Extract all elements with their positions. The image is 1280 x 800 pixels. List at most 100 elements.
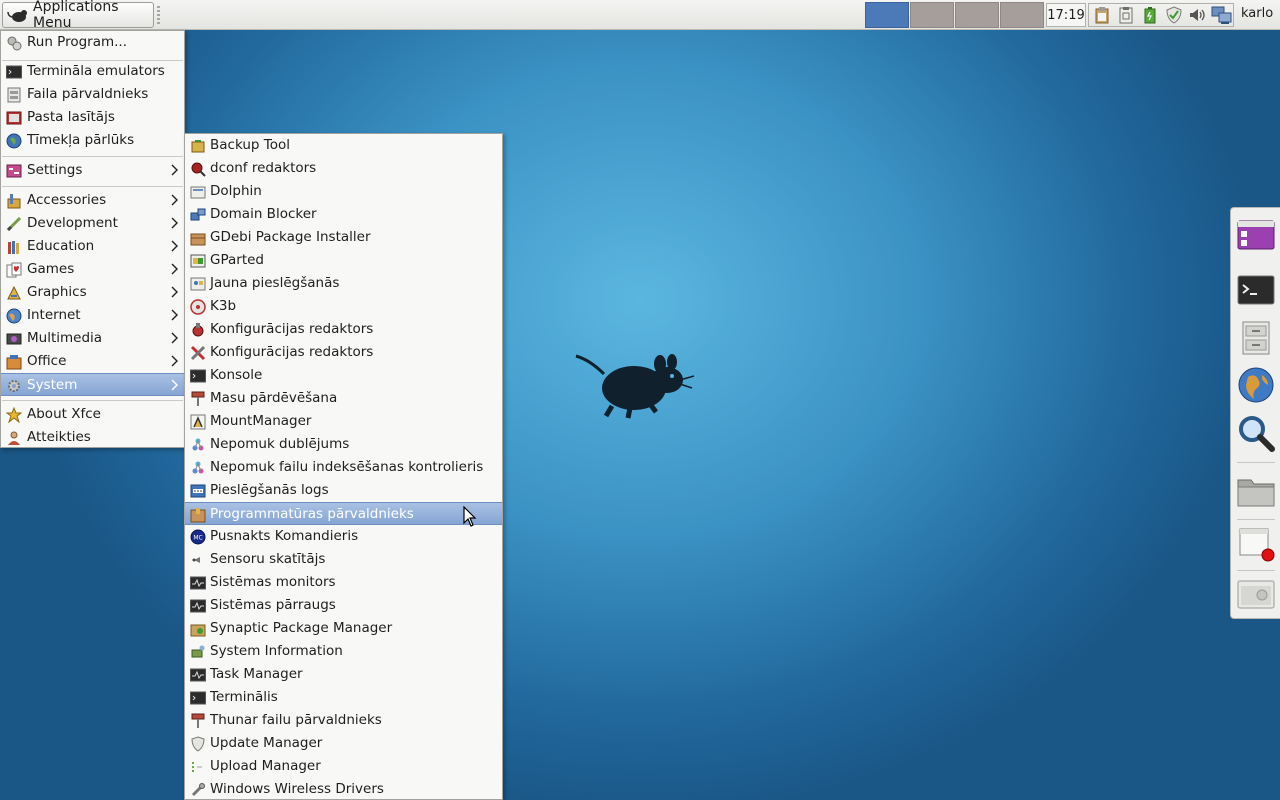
applications-menu-button[interactable]: Applications Menu (2, 0, 154, 31)
system-submenu: Backup Tool dconf redaktors Dolphin Doma… (184, 133, 503, 800)
menu-item-about-xfce[interactable]: About Xfce (1, 403, 184, 426)
chevron-right-icon (171, 379, 178, 391)
menu-item-office[interactable]: Office (1, 350, 184, 373)
clipboard-icon[interactable] (1091, 5, 1113, 25)
battery-icon[interactable] (1139, 5, 1161, 25)
dock-screenshot[interactable] (1236, 574, 1276, 614)
terminal-icon (190, 691, 206, 705)
right-dock (1230, 207, 1280, 619)
dock-folder[interactable] (1236, 471, 1276, 511)
network-icon[interactable] (1211, 5, 1233, 25)
submenu-item-dconf-editor[interactable]: dconf redaktors (185, 157, 502, 180)
mail-reader-icon (6, 111, 22, 125)
chevron-right-icon (171, 240, 178, 252)
submenu-item-synaptic[interactable]: Synaptic Package Manager (185, 617, 502, 640)
submenu-item-backup-tool[interactable]: Backup Tool (185, 134, 502, 157)
submenu-item-system-watcher[interactable]: Sistēmas pārraugs (185, 594, 502, 617)
chevron-right-icon (171, 217, 178, 229)
menu-item-system[interactable]: System (1, 373, 184, 396)
submenu-item-update-manager[interactable]: Update Manager (185, 732, 502, 755)
office-icon (6, 355, 22, 370)
submenu-item-bulk-rename[interactable]: Masu pārdēvēšana (185, 387, 502, 410)
menu-item-education[interactable]: Education (1, 235, 184, 258)
submenu-item-system-monitor[interactable]: Sistēmas monitors (185, 571, 502, 594)
dconf-editor-icon (191, 162, 206, 177)
clock[interactable]: 17:19 (1046, 3, 1086, 27)
applications-menu-label: Applications Menu (33, 0, 119, 31)
workspace-4[interactable] (1000, 2, 1044, 28)
submenu-item-midnight-commander[interactable]: MC Pusnakts Komandieris (185, 525, 502, 548)
menu-item-development[interactable]: Development (1, 212, 184, 235)
submenu-item-konsole[interactable]: Konsole (185, 364, 502, 387)
menu-item-settings[interactable]: Settings (1, 159, 184, 182)
submenu-item-terminal[interactable]: Terminālis (185, 686, 502, 709)
dock-file-cabinet[interactable] (1236, 318, 1276, 358)
dock-screen-recorder[interactable] (1236, 524, 1276, 564)
workspace-3[interactable] (955, 2, 999, 28)
dock-terminal[interactable] (1236, 270, 1276, 310)
menu-item-web-browser[interactable]: Tīmekļa pārlūks (1, 129, 184, 152)
submenu-item-config-editor-1[interactable]: Konfigurācijas redaktors (185, 318, 502, 341)
submenu-item-config-editor-2[interactable]: Konfigurācijas redaktors (185, 341, 502, 364)
system-tray (1088, 3, 1234, 27)
menu-item-multimedia[interactable]: Multimedia (1, 327, 184, 350)
submenu-item-login-window[interactable]: Pieslēgšanās logs (185, 479, 502, 502)
submenu-item-system-information[interactable]: System Information (185, 640, 502, 663)
submenu-item-task-manager[interactable]: Task Manager (185, 663, 502, 686)
chevron-right-icon (171, 309, 178, 321)
submenu-item-nepomuk-indexer[interactable]: Nepomuk failu indeksēšanas kontrolieris (185, 456, 502, 479)
submenu-item-nepomuk-backup[interactable]: Nepomuk dublējums (185, 433, 502, 456)
workspace-2[interactable] (910, 2, 954, 28)
terminal-icon (6, 65, 22, 79)
submenu-item-sensor-viewer[interactable]: Sensoru skatītājs (185, 548, 502, 571)
graphics-icon (7, 285, 21, 300)
new-login-icon (190, 277, 206, 291)
backup-tool-icon (191, 140, 205, 153)
menu-item-terminal-emulator[interactable]: Termināla emulators (1, 60, 184, 83)
dock-web-browser[interactable] (1236, 365, 1276, 405)
menu-item-run-program[interactable]: Run Program... (1, 31, 184, 54)
submenu-item-thunar[interactable]: Thunar failu pārvaldnieks (185, 709, 502, 732)
menu-item-internet[interactable]: Internet (1, 304, 184, 327)
submenu-item-windows-wireless-drivers[interactable]: Windows Wireless Drivers (185, 778, 502, 800)
workspace-1[interactable] (865, 2, 909, 28)
menu-item-accessories[interactable]: Accessories (1, 189, 184, 212)
menu-item-graphics[interactable]: Graphics (1, 281, 184, 304)
submenu-item-mount-manager[interactable]: MountManager (185, 410, 502, 433)
xfce-mouse-logo (575, 354, 695, 419)
menu-item-file-manager[interactable]: Faila pārvaldnieks (1, 83, 184, 106)
submenu-item-k3b[interactable]: K3b (185, 295, 502, 318)
user-name[interactable]: karlo (1241, 6, 1273, 21)
submenu-item-domain-blocker[interactable]: Domain Blocker (185, 203, 502, 226)
submenu-item-software-manager[interactable]: Programmatūras pārvaldnieks (185, 502, 502, 525)
sensor-icon (192, 557, 200, 563)
search-icon (1239, 416, 1275, 452)
mouse-cursor-icon (463, 506, 477, 527)
k3b-disc-icon (190, 299, 206, 315)
wireless-drivers-icon (191, 783, 205, 797)
menu-item-games[interactable]: Games (1, 258, 184, 281)
menu-item-mail-reader[interactable]: Pasta lasītājs (1, 106, 184, 129)
dock-search[interactable] (1236, 413, 1276, 453)
menu-item-log-out[interactable]: Atteikties (1, 426, 184, 449)
submenu-item-new-login[interactable]: Jauna pieslēgšanās (185, 272, 502, 295)
dock-media-player[interactable] (1236, 215, 1276, 255)
config-editor-icon (192, 323, 204, 337)
notes-icon[interactable] (1115, 5, 1137, 25)
gparted-icon (190, 254, 206, 268)
nepomuk-icon (192, 438, 204, 451)
thunar-icon (191, 713, 205, 728)
submenu-item-dolphin[interactable]: Dolphin (185, 180, 502, 203)
education-icon (8, 241, 19, 254)
file-manager-icon (7, 87, 21, 103)
panel-handle[interactable] (157, 6, 160, 24)
submenu-item-gdebi[interactable]: GDebi Package Installer (185, 226, 502, 249)
chevron-right-icon (171, 263, 178, 275)
midnight-commander-icon: MC (190, 529, 206, 545)
submenu-item-upload-manager[interactable]: Upload Manager (185, 755, 502, 778)
applications-menu: Run Program... Termināla emulators Faila… (0, 30, 185, 448)
chevron-right-icon (171, 286, 178, 298)
submenu-item-gparted[interactable]: GParted (185, 249, 502, 272)
shield-check-icon[interactable] (1163, 5, 1185, 25)
volume-icon[interactable] (1187, 5, 1209, 25)
